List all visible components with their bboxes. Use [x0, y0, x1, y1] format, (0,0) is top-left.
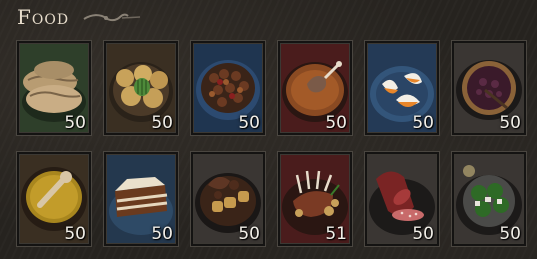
section-header: Food: [0, 0, 537, 36]
item-grid: 50 50 50 50 50 50 50 50 50 51 50 50: [16, 40, 527, 250]
meat-soup-item[interactable]: 50: [277, 40, 353, 136]
food-inventory-panel: Food 50 50 50 50 50 50 50 50 50 51 50 50: [0, 0, 537, 259]
item-quantity: 50: [412, 113, 434, 133]
item-quantity: 50: [325, 113, 347, 133]
bread-item[interactable]: 50: [16, 40, 92, 136]
item-quantity: 50: [238, 113, 260, 133]
item-quantity: 50: [499, 113, 521, 133]
eggs-item[interactable]: 50: [364, 40, 440, 136]
item-quantity: 50: [151, 113, 173, 133]
cake-item[interactable]: 50: [103, 151, 179, 247]
item-quantity: 50: [238, 224, 260, 244]
sausage-item[interactable]: 50: [364, 151, 440, 247]
item-quantity: 50: [151, 224, 173, 244]
roast-item[interactable]: 50: [190, 151, 266, 247]
section-title: Food: [17, 5, 70, 29]
item-quantity: 51: [325, 224, 347, 244]
broth-item[interactable]: 50: [16, 151, 92, 247]
roast-ribs-item[interactable]: 51: [277, 151, 353, 247]
item-quantity: 50: [64, 224, 86, 244]
potatoes-item[interactable]: 50: [103, 40, 179, 136]
salad-item[interactable]: 50: [451, 151, 527, 247]
bean-stew-item[interactable]: 50: [190, 40, 266, 136]
item-quantity: 50: [412, 224, 434, 244]
header-flourish-icon: [83, 13, 141, 22]
berry-pie-item[interactable]: 50: [451, 40, 527, 136]
item-quantity: 50: [499, 224, 521, 244]
item-quantity: 50: [64, 113, 86, 133]
